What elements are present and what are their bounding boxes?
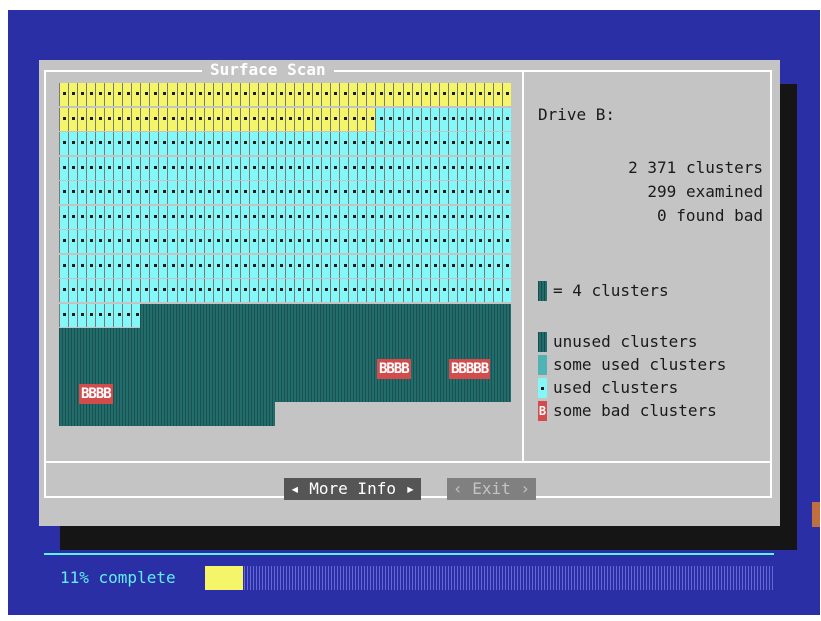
vertical-divider xyxy=(522,70,524,462)
progress-fill xyxy=(205,566,243,590)
unused-region xyxy=(59,328,511,402)
cluster-map: BBBB BBBBB BBBB xyxy=(59,83,512,428)
surface-scan-dialog: Surface Scan BBBB BBBBB BBBB Drive B: 2 37… xyxy=(39,60,780,526)
scale-text: = 4 clusters xyxy=(553,281,669,300)
legend-used: used clusters xyxy=(538,377,678,399)
bad-count: 0 found bad xyxy=(657,206,763,225)
unused-swatch-icon xyxy=(538,331,547,352)
bad-cluster-marker: BBBBB xyxy=(449,359,491,379)
cluster-block xyxy=(501,279,512,302)
block-scale: = 4 clusters xyxy=(538,280,669,302)
legend-unused: unused clusters xyxy=(538,331,698,353)
horizontal-divider xyxy=(44,461,772,463)
cluster-block xyxy=(501,107,512,131)
unused-region xyxy=(140,303,511,328)
screen-edge-mark xyxy=(812,502,820,527)
cluster-block xyxy=(501,230,512,253)
progress-label: 11% complete xyxy=(60,568,176,587)
used-swatch-icon xyxy=(538,377,547,398)
examined-count: 299 examined xyxy=(647,182,763,201)
cluster-block xyxy=(501,205,512,229)
bad-swatch-icon: B xyxy=(538,400,547,421)
bad-cluster-marker: BBBB xyxy=(377,359,411,379)
bad-cluster-marker: BBBB xyxy=(79,384,113,404)
drive-label: Drive B: xyxy=(538,105,616,124)
exit-button[interactable]: ‹ Exit › xyxy=(447,478,537,500)
some-used-swatch-icon xyxy=(538,354,547,375)
cluster-block xyxy=(501,181,512,204)
total-clusters: 2 371 clusters xyxy=(628,158,763,177)
more-info-button[interactable]: ◂ More Info ▸ xyxy=(284,478,422,500)
cluster-block xyxy=(501,156,512,180)
cluster-block xyxy=(501,132,512,155)
cluster-block xyxy=(501,83,512,106)
progress-bar xyxy=(205,566,775,590)
legend-some-used: some used clusters xyxy=(538,354,726,376)
legend-bad: Bsome bad clusters xyxy=(538,400,717,421)
scale-swatch-icon xyxy=(538,280,547,301)
status-separator xyxy=(44,553,774,555)
cluster-block xyxy=(501,254,512,278)
dialog-title: Surface Scan xyxy=(202,60,334,80)
unused-region xyxy=(59,401,275,426)
